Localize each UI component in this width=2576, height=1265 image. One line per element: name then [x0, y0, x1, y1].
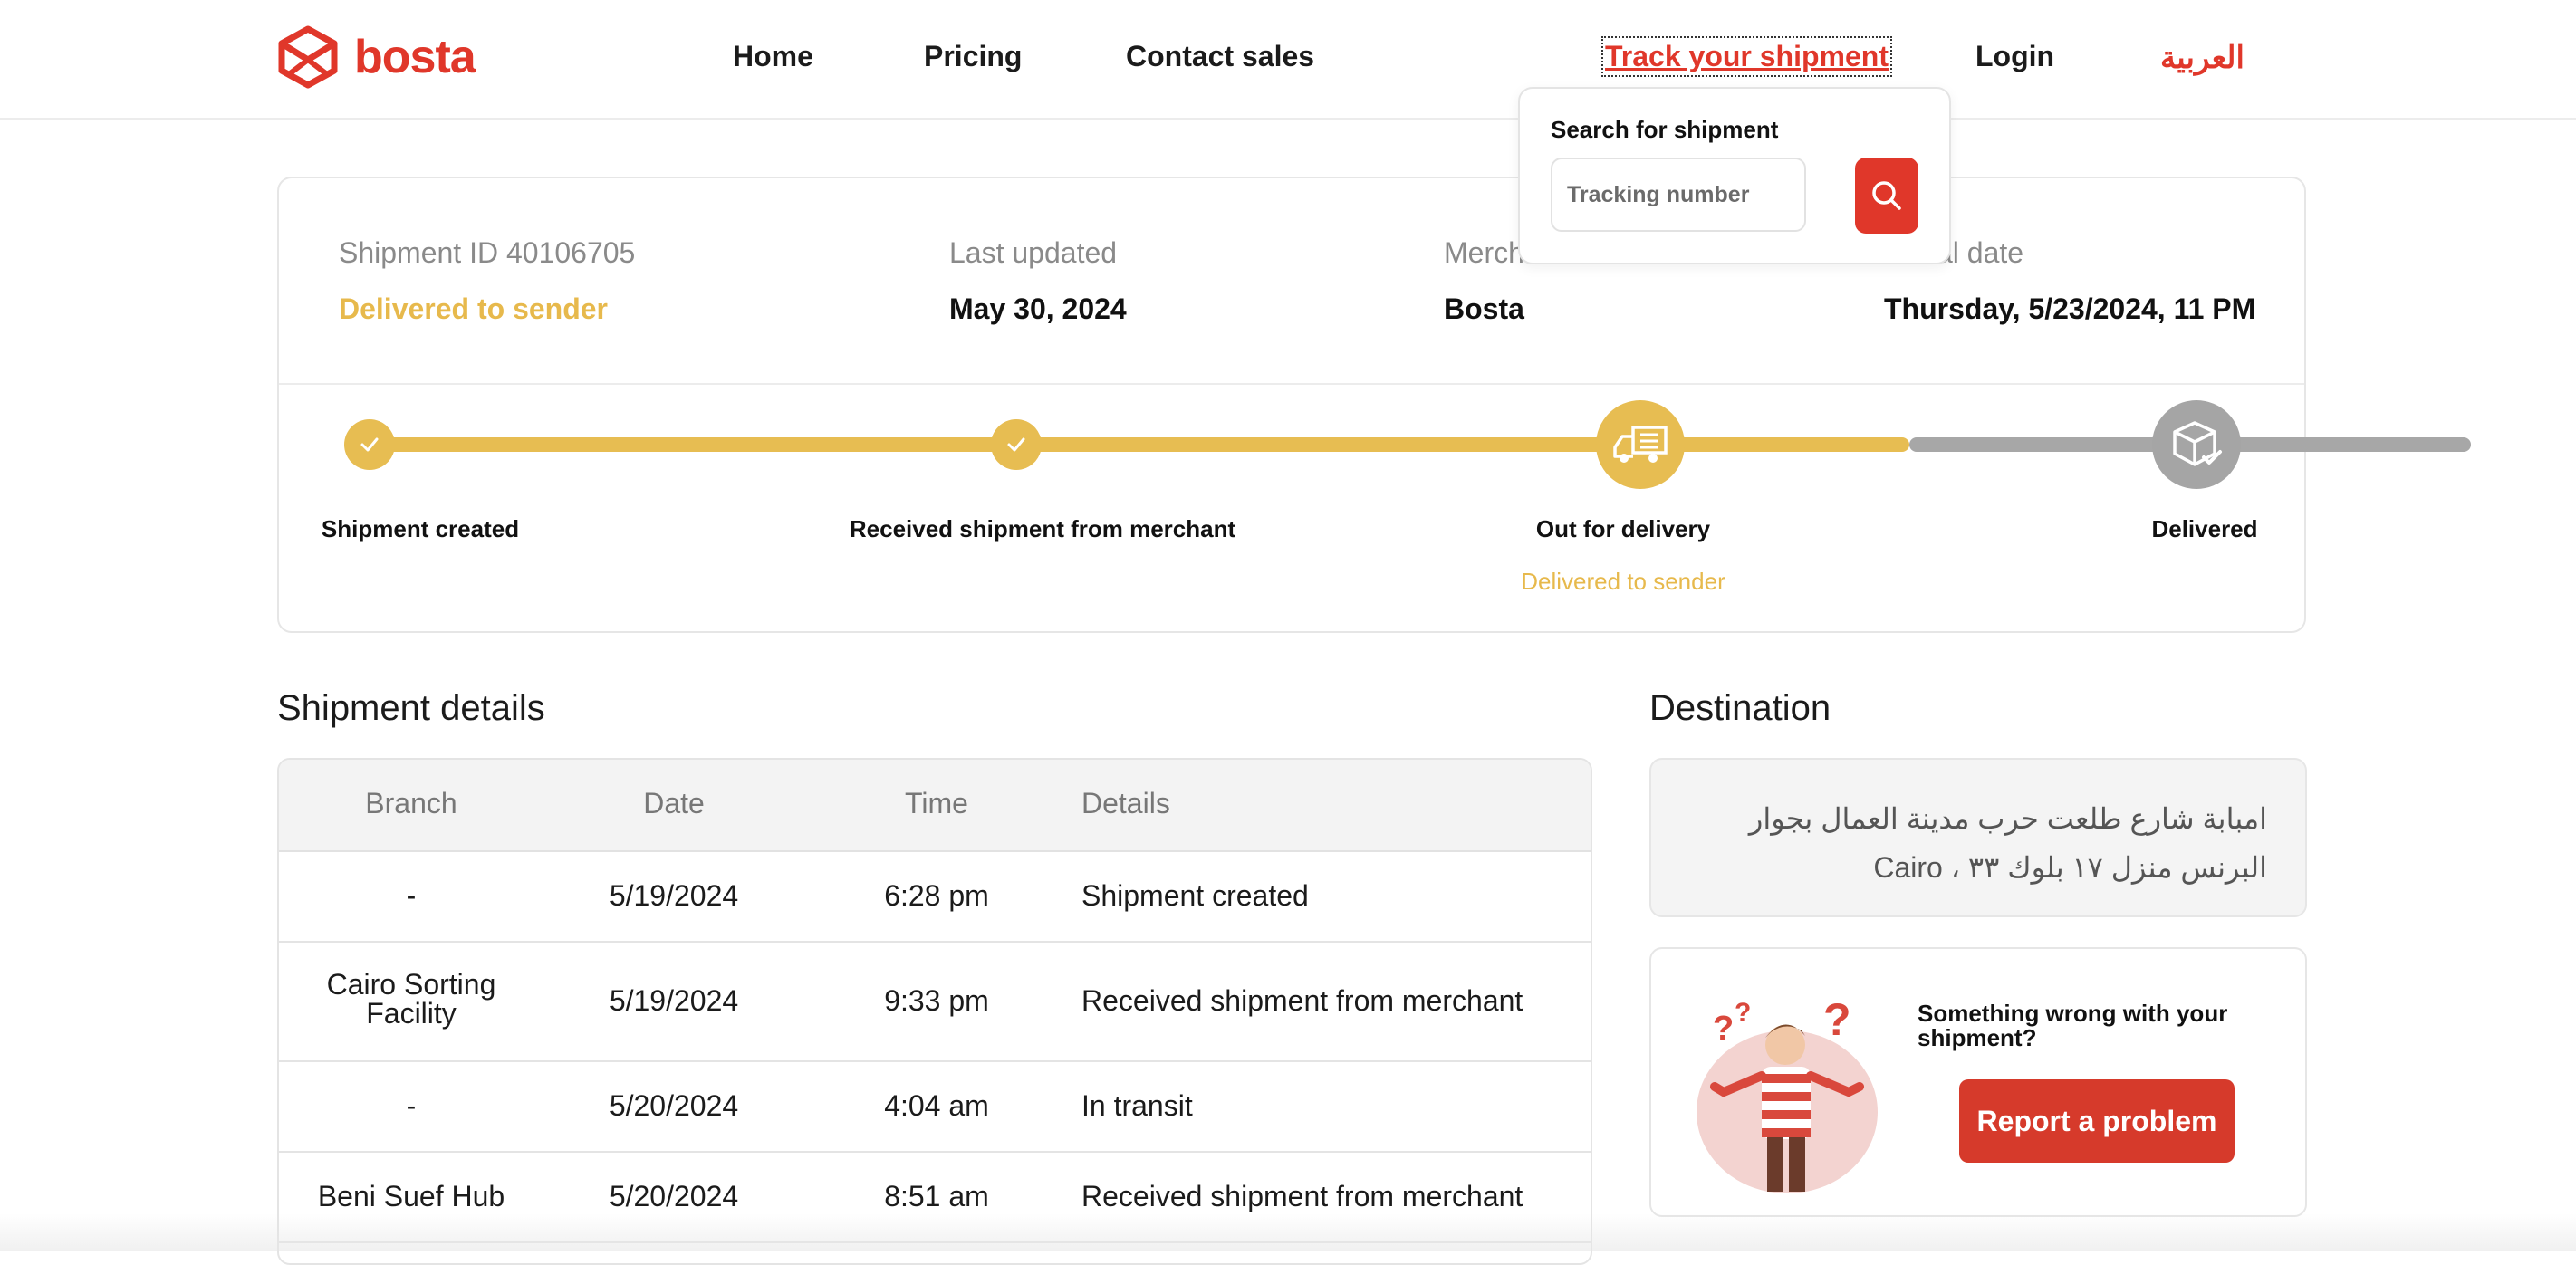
- merchant-label: Merch: [1444, 236, 1524, 269]
- cell-details: Shipment created: [1081, 879, 1309, 912]
- truck-icon: [1613, 426, 1668, 463]
- cell-details: Received shipment from merchant: [1081, 984, 1523, 1017]
- cell-date: 5/20/2024: [609, 1089, 739, 1122]
- svg-text:?: ?: [1735, 998, 1751, 1028]
- track-shipment-popover: Search for shipment: [1518, 87, 1951, 264]
- bosta-logo[interactable]: bosta: [276, 25, 476, 89]
- last-updated-label: Last updated: [949, 236, 1118, 269]
- cell-details: In transit: [1081, 1089, 1193, 1122]
- table-row: Cairo Sorting Facility 5/19/2024 9:33 pm…: [279, 943, 1591, 1062]
- report-problem-card: ? ? ? Something wrong with your shipment…: [1649, 947, 2307, 1217]
- shipment-status: Delivered to sender: [339, 292, 608, 325]
- cell-branch: -: [406, 879, 417, 912]
- nav-contact-sales[interactable]: Contact sales: [1126, 40, 1314, 73]
- check-icon: [360, 437, 379, 452]
- bosta-logo-icon: [278, 25, 338, 89]
- nav-track-shipment[interactable]: Track your shipment: [1601, 36, 1892, 77]
- column-header-time: Time: [905, 787, 968, 819]
- cell-branch: -: [406, 1089, 417, 1122]
- step-delivered-dot: [2152, 400, 2241, 489]
- column-header-date: Date: [643, 787, 705, 819]
- box-check-icon: [2173, 421, 2222, 466]
- step-sub-status: Delivered to sender: [1521, 568, 1725, 595]
- help-title: Something wrong with your shipment?: [1918, 1000, 2228, 1051]
- step-label-shipment-created: Shipment created: [321, 515, 520, 542]
- destination-address: امبابة شارع طلعت حرب مدينة العمال بجوار …: [1748, 802, 2267, 884]
- nav-home[interactable]: Home: [733, 40, 813, 73]
- tracking-number-input[interactable]: [1551, 158, 1806, 232]
- popover-title: Search for shipment: [1551, 116, 1779, 143]
- cell-time: 8:51 am: [884, 1180, 989, 1212]
- table-row: - 5/19/2024 6:28 pm Shipment created: [279, 850, 1591, 943]
- table-header: Branch Date Time Details: [279, 760, 1591, 852]
- step-label-out-for-delivery: Out for delivery: [1535, 515, 1711, 542]
- shipment-details-title: Shipment details: [277, 688, 545, 728]
- cell-details: Received shipment from merchant: [1081, 1180, 1523, 1212]
- nav-pricing[interactable]: Pricing: [924, 40, 1022, 73]
- cell-date: 5/19/2024: [609, 984, 739, 1017]
- logo-text: bosta: [354, 31, 476, 83]
- summary-divider: [279, 383, 2304, 385]
- cell-time: 6:28 pm: [884, 879, 989, 912]
- shipment-id: Shipment ID 40106705: [339, 236, 636, 269]
- cell-time: 4:04 am: [884, 1089, 989, 1122]
- column-header-branch: Branch: [365, 787, 457, 819]
- search-icon: [1872, 181, 1901, 210]
- destination-title: Destination: [1649, 688, 1831, 728]
- step-out-for-delivery-dot: [1596, 400, 1685, 489]
- cell-branch: Cairo Sorting Facility: [326, 968, 496, 1030]
- report-problem-button[interactable]: Report a problem: [1959, 1079, 2235, 1163]
- column-header-details: Details: [1081, 787, 1170, 819]
- date-value: Thursday, 5/23/2024, 11 PM: [1884, 292, 2256, 325]
- check-icon: [1007, 437, 1025, 452]
- shipment-details-table: Branch Date Time Details - 5/19/2024 6:2…: [277, 758, 1592, 1265]
- nav-login[interactable]: Login: [1975, 40, 2054, 73]
- site-header: bosta Home Pricing Contact sales Track y…: [0, 0, 2576, 120]
- shipment-summary-card: Shipment ID 40106705 Delivered to sender…: [277, 177, 2471, 633]
- cell-date: 5/20/2024: [609, 1180, 739, 1212]
- cell-time: 9:33 pm: [884, 984, 989, 1017]
- step-shipment-created-dot: [344, 419, 395, 470]
- table-row: - 5/20/2024 4:04 am In transit: [279, 1062, 1591, 1153]
- last-updated-value: May 30, 2024: [949, 292, 1127, 325]
- svg-text:?: ?: [1713, 1010, 1734, 1048]
- step-label-received: Received shipment from merchant: [849, 515, 1236, 542]
- cell-date: 5/19/2024: [609, 879, 739, 912]
- destination-address-box: امبابة شارع طلعت حرب مدينة العمال بجوار …: [1649, 758, 2307, 917]
- step-label-delivered: Delivered: [2151, 515, 2258, 542]
- confused-person-illustration: ? ? ?: [1697, 994, 1878, 1193]
- merchant-value: Bosta: [1444, 292, 1524, 325]
- cell-branch: Beni Suef Hub: [317, 1180, 505, 1212]
- search-button[interactable]: [1855, 158, 1918, 234]
- language-switch[interactable]: العربية: [2160, 40, 2244, 76]
- table-row: Beni Suef Hub 5/20/2024 8:51 am Received…: [279, 1153, 1591, 1243]
- step-received-dot: [991, 419, 1042, 470]
- svg-text:?: ?: [1823, 994, 1851, 1045]
